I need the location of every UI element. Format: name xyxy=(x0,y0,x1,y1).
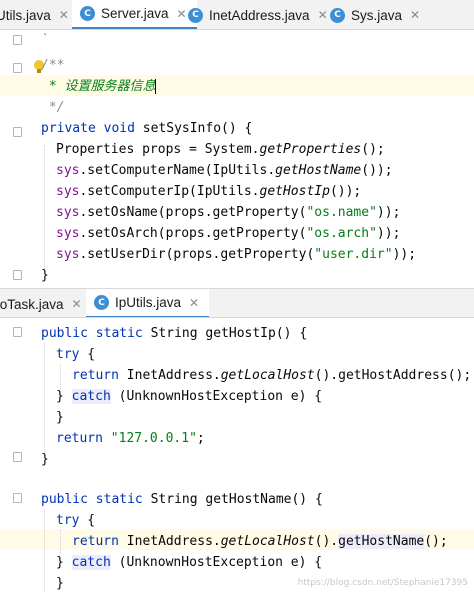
code-line: sys.setOsArch(props.getProperty("os.arch… xyxy=(56,226,401,241)
tab-iputils[interactable]: C IpUtils.java ✕ xyxy=(86,289,210,317)
fold-icon[interactable] xyxy=(13,63,22,73)
code-line: private void setSysInfo() { xyxy=(41,121,253,136)
tab-label: InetAddress.java xyxy=(209,7,310,23)
code-line: } xyxy=(56,410,64,425)
bottom-editor-tabbar: toTask.java ✕ C IpUtils.java ✕ xyxy=(0,288,474,318)
code-line: sys.setOsName(props.getProperty("os.name… xyxy=(56,205,401,220)
code-line: ` xyxy=(41,33,49,48)
tab-label: Sys.java xyxy=(351,7,403,23)
tab-label: Utils.java xyxy=(0,7,51,23)
top-editor-tabbar: Utils.java ✕ C Server.java ✕ C InetAddre… xyxy=(0,0,474,30)
code-line: sys.setComputerIp(IpUtils.getHostIp()); xyxy=(56,184,362,199)
tab-label: IpUtils.java xyxy=(115,295,182,310)
code-line: try { xyxy=(56,513,96,528)
code-line: } xyxy=(41,268,49,283)
java-class-icon: C xyxy=(188,7,203,23)
indent-guide xyxy=(44,145,45,271)
fold-icon[interactable] xyxy=(13,493,22,503)
code-line: } catch (UnknownHostException e) { xyxy=(56,555,323,570)
tab-inetaddress[interactable]: C InetAddress.java ✕ xyxy=(188,0,328,29)
indent-guide xyxy=(44,343,45,454)
fold-icon[interactable] xyxy=(13,327,22,337)
java-class-icon: C xyxy=(80,6,95,21)
close-icon[interactable]: ✕ xyxy=(72,297,82,311)
fold-icon[interactable] xyxy=(13,270,22,280)
code-line: return InetAddress.getLocalHost().getHos… xyxy=(72,534,448,549)
code-line: try { xyxy=(56,347,96,362)
indent-guide xyxy=(44,509,45,592)
tab-label: Server.java xyxy=(101,6,169,21)
code-line: } xyxy=(41,452,49,467)
close-icon[interactable]: ✕ xyxy=(59,8,69,22)
tab-sys[interactable]: C Sys.java ✕ xyxy=(330,0,420,29)
close-icon[interactable]: ✕ xyxy=(189,296,199,310)
fold-icon[interactable] xyxy=(13,452,22,462)
close-icon[interactable]: ✕ xyxy=(410,8,420,22)
code-line: sys.setUserDir(props.getProperty("user.d… xyxy=(56,247,417,262)
tab-utils[interactable]: Utils.java ✕ xyxy=(0,0,69,29)
code-line: } catch (UnknownHostException e) { xyxy=(56,389,323,404)
fold-icon[interactable] xyxy=(13,127,22,137)
code-line: * 设置服务器信息 xyxy=(41,79,157,94)
fold-icon[interactable] xyxy=(13,35,22,45)
code-line: sys.setComputerName(IpUtils.getHostName(… xyxy=(56,163,393,178)
close-icon[interactable]: ✕ xyxy=(318,8,328,22)
java-class-icon: C xyxy=(330,7,345,23)
tab-label: toTask.java xyxy=(0,296,64,312)
code-line: } xyxy=(56,576,64,591)
watermark: https://blog.csdn.net/Stephanie17395 xyxy=(297,578,468,588)
tab-totask[interactable]: toTask.java ✕ xyxy=(0,289,82,317)
code-line: public static String getHostName() { xyxy=(41,492,323,507)
close-icon[interactable]: ✕ xyxy=(177,7,187,21)
top-code-editor[interactable]: ` /** * 设置服务器信息 */ private void setSysIn… xyxy=(0,30,474,288)
code-line: return InetAddress.getLocalHost().getHos… xyxy=(72,368,472,383)
code-line: */ xyxy=(41,100,65,115)
code-line: public static String getHostIp() { xyxy=(41,326,308,341)
tab-server[interactable]: C Server.java ✕ xyxy=(72,0,197,29)
code-line: Properties props = System.getProperties(… xyxy=(56,142,385,157)
bottom-code-editor[interactable]: public static String getHostIp() { try {… xyxy=(0,318,474,592)
code-line: /** xyxy=(41,58,65,73)
java-class-icon: C xyxy=(94,295,109,310)
code-line: return "127.0.0.1"; xyxy=(56,431,205,446)
